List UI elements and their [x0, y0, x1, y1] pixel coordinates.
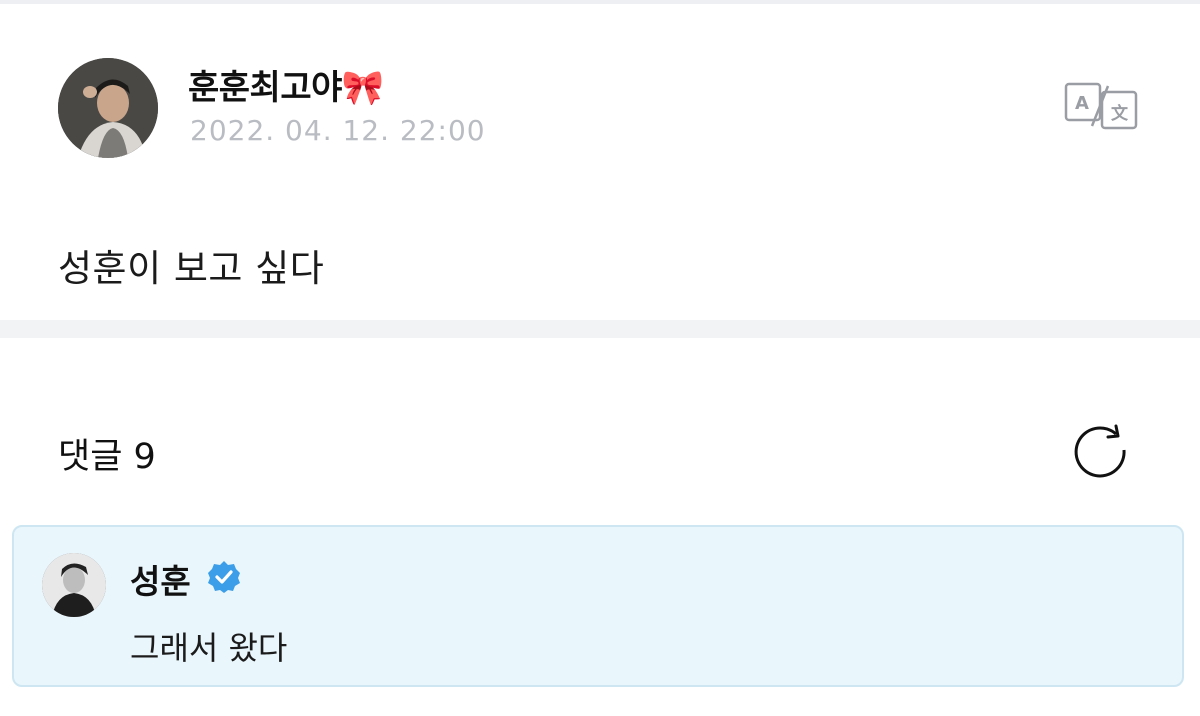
- post-author-name[interactable]: 훈훈최고야🎀: [188, 60, 384, 109]
- comment-text: 그래서 왔다: [130, 629, 288, 667]
- translate-button[interactable]: A 文: [1064, 82, 1140, 130]
- comment-author-name[interactable]: 성훈: [130, 555, 191, 603]
- svg-text:A: A: [1075, 93, 1089, 114]
- translate-icon: A 文: [1064, 82, 1138, 130]
- post-content: 성훈이 보고 싶다: [58, 247, 325, 290]
- svg-text:文: 文: [1111, 103, 1129, 124]
- refresh-icon: [1074, 424, 1126, 478]
- avatar[interactable]: [42, 553, 106, 617]
- verified-badge-icon: [206, 559, 242, 595]
- refresh-button[interactable]: [1072, 422, 1132, 482]
- post-header: 훈훈최고야🎀 2022. 04. 12. 22:00: [58, 58, 1158, 162]
- top-divider: [0, 0, 1200, 4]
- post-timestamp: 2022. 04. 12. 22:00: [190, 114, 486, 147]
- avatar[interactable]: [58, 58, 158, 158]
- section-divider: [0, 320, 1200, 338]
- comment-item[interactable]: 성훈 그래서 왔다: [12, 525, 1184, 687]
- comments-count-label: 댓글 9: [58, 437, 156, 477]
